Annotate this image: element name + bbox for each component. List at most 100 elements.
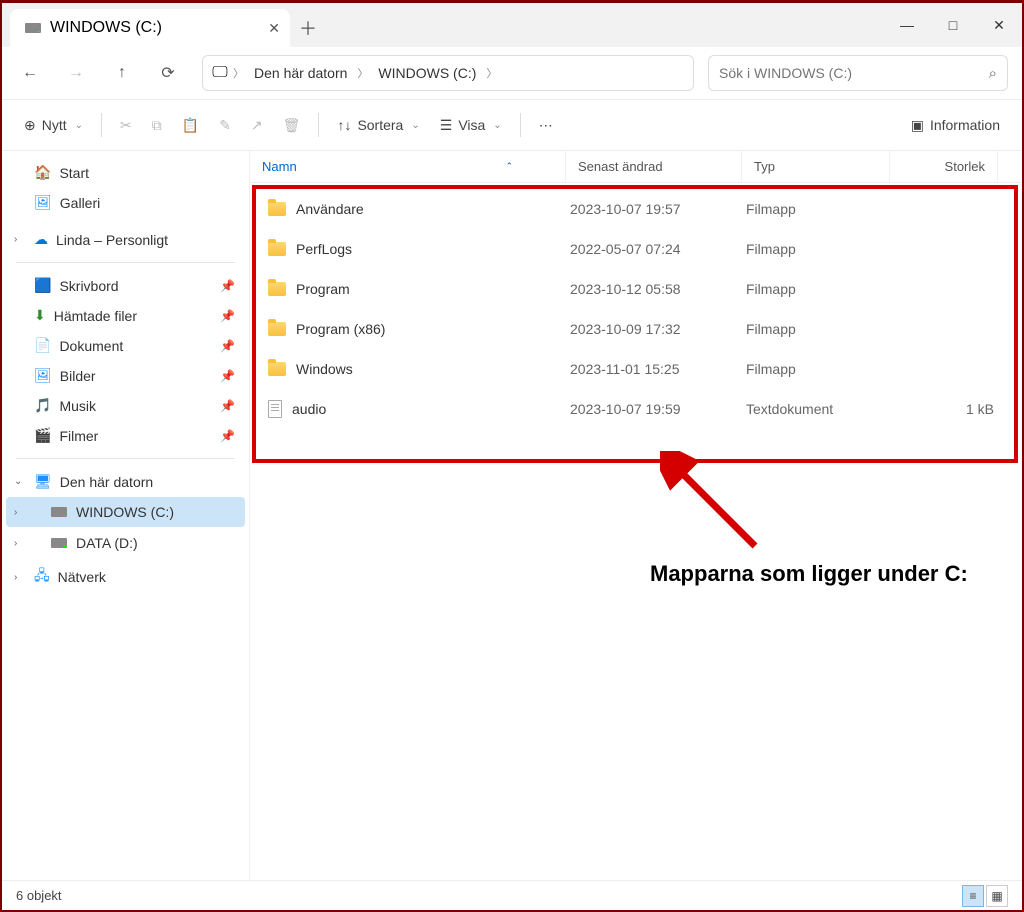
scissors-icon: ✂: [120, 117, 132, 134]
chevron-down-icon: ⌄: [75, 120, 83, 131]
tab-current[interactable]: WINDOWS (C:) ✕: [10, 9, 290, 47]
breadcrumb[interactable]: 🖵 〉 Den här datorn 〉 WINDOWS (C:) 〉: [202, 55, 694, 91]
cut-button[interactable]: ✂: [112, 107, 140, 143]
folder-icon: 📄: [34, 337, 51, 354]
chevron-right-icon[interactable]: ›: [14, 234, 17, 245]
share-icon: ↗: [251, 117, 263, 134]
sidebar-item-drive-c[interactable]: › WINDOWS (C:): [6, 497, 245, 527]
search-box[interactable]: ⌕: [708, 55, 1008, 91]
paste-button[interactable]: 📋: [174, 107, 207, 143]
pin-icon[interactable]: 📌: [220, 279, 235, 293]
sidebar-item-label: Linda – Personligt: [56, 232, 168, 248]
file-date: 2023-10-12 05:58: [570, 281, 746, 297]
view-details-button[interactable]: ≡: [962, 885, 984, 907]
copy-button[interactable]: ⧉: [144, 107, 170, 143]
file-type: Filmapp: [746, 361, 894, 377]
crumb-thispc[interactable]: Den här datorn: [248, 61, 353, 85]
up-button[interactable]: ↑: [102, 55, 142, 91]
file-date: 2023-10-07 19:57: [570, 201, 746, 217]
column-header-date[interactable]: Senast ändrad: [566, 151, 742, 182]
content-pane: Namn ⌃ Senast ändrad Typ Storlek Använda…: [250, 151, 1022, 880]
pin-icon[interactable]: 📌: [220, 429, 235, 443]
sidebar-item-label: Musik: [59, 398, 96, 414]
chevron-right-icon[interactable]: ›: [14, 572, 17, 583]
sidebar-quick-item[interactable]: 🎬Filmer📌: [6, 421, 245, 450]
divider: [16, 458, 235, 459]
file-row[interactable]: PerfLogs2022-05-07 07:24Filmapp: [256, 229, 1014, 269]
sidebar-item-label: Filmer: [59, 428, 98, 444]
sidebar-quick-item[interactable]: 🎵 Musik 📌: [6, 391, 245, 420]
sidebar-quick-item[interactable]: 📄Dokument📌: [6, 331, 245, 360]
chevron-right-icon[interactable]: ›: [14, 538, 17, 549]
clipboard-icon: 📋: [182, 117, 199, 134]
home-icon: 🏠: [34, 164, 51, 181]
drive-icon: [50, 534, 68, 552]
more-button[interactable]: ⋯: [531, 107, 561, 143]
file-name: PerfLogs: [296, 241, 352, 257]
column-header-size[interactable]: Storlek: [890, 151, 998, 182]
file-name: Windows: [296, 361, 353, 377]
sidebar-item-label: Nätverk: [58, 569, 106, 585]
folder-icon: 🖼: [34, 367, 52, 384]
folder-icon: 🟦: [34, 277, 51, 294]
file-row[interactable]: Windows2023-11-01 15:25Filmapp: [256, 349, 1014, 389]
folder-icon: 🎵: [34, 397, 51, 414]
sidebar-item-gallery[interactable]: 🖼 Galleri: [6, 188, 245, 217]
maximize-button[interactable]: □: [930, 3, 976, 47]
sidebar-item-network[interactable]: › 🖧 Nätverk: [6, 559, 245, 595]
column-headers: Namn ⌃ Senast ändrad Typ Storlek: [250, 151, 1022, 183]
file-row[interactable]: Program2023-10-12 05:58Filmapp: [256, 269, 1014, 309]
sort-icon: ↑↓: [337, 117, 351, 133]
view-button[interactable]: ☰ Visa ⌄: [432, 107, 510, 143]
sidebar-quick-item[interactable]: 🖼Bilder📌: [6, 361, 245, 390]
network-icon: 🖧: [34, 565, 50, 589]
pin-icon[interactable]: 📌: [220, 309, 235, 323]
pin-icon[interactable]: 📌: [220, 399, 235, 413]
pin-icon[interactable]: 📌: [220, 369, 235, 383]
separator: [101, 113, 102, 137]
forward-button[interactable]: →: [56, 55, 96, 91]
ellipsis-icon: ⋯: [539, 117, 553, 134]
share-button[interactable]: ↗: [243, 107, 271, 143]
file-name: audio: [292, 401, 326, 417]
file-row[interactable]: Program (x86)2023-10-09 17:32Filmapp: [256, 309, 1014, 349]
back-button[interactable]: ←: [10, 55, 50, 91]
rename-button[interactable]: ✎: [211, 107, 239, 143]
column-header-type[interactable]: Typ: [742, 151, 890, 182]
search-input[interactable]: [719, 65, 989, 81]
close-tab-icon[interactable]: ✕: [268, 20, 280, 37]
crumb-drive[interactable]: WINDOWS (C:): [372, 61, 482, 85]
gallery-icon: 🖼: [34, 194, 52, 211]
sidebar-item-thispc[interactable]: ⌄ 🖥 Den här datorn: [6, 467, 245, 496]
chevron-down-icon[interactable]: ⌄: [14, 476, 22, 487]
search-icon[interactable]: ⌕: [989, 65, 997, 82]
new-button[interactable]: ⊕ Nytt ⌄: [16, 107, 91, 143]
sidebar-item-label: DATA (D:): [76, 535, 138, 551]
titlebar: WINDOWS (C:) ✕ ＋ — □ ✕: [2, 3, 1022, 47]
chevron-right-icon[interactable]: ›: [14, 507, 17, 518]
sidebar-quick-item[interactable]: ⬇Hämtade filer📌: [6, 301, 245, 330]
file-name: Användare: [296, 201, 364, 217]
file-name: Program (x86): [296, 321, 385, 337]
column-header-name[interactable]: Namn ⌃: [250, 151, 566, 182]
sidebar-item-drive-d[interactable]: › DATA (D:): [6, 528, 245, 558]
file-row[interactable]: Användare 2023-10-07 19:57Filmapp: [256, 189, 1014, 229]
sidebar-item-start[interactable]: 🏠 Start: [6, 158, 245, 187]
sort-button[interactable]: ↑↓ Sortera ⌄: [329, 107, 427, 143]
window-controls: — □ ✕: [884, 3, 1022, 47]
sidebar-item-label: Galleri: [60, 195, 100, 211]
refresh-button[interactable]: ⟳: [148, 55, 188, 91]
close-window-button[interactable]: ✕: [976, 3, 1022, 47]
delete-button[interactable]: 🗑: [275, 107, 309, 143]
sidebar-quick-item[interactable]: 🟦Skrivbord📌: [6, 271, 245, 300]
pin-icon[interactable]: 📌: [220, 339, 235, 353]
new-tab-button[interactable]: ＋: [290, 9, 326, 47]
sidebar-item-onedrive[interactable]: › ☁ Linda – Personligt: [6, 225, 245, 254]
statusbar: 6 objekt ≡ ▦: [2, 880, 1022, 910]
file-type: Filmapp: [746, 201, 894, 217]
file-row[interactable]: audio2023-10-07 19:59Textdokument1 kB: [256, 389, 1014, 429]
view-thumbnails-button[interactable]: ▦: [986, 885, 1008, 907]
details-pane-button[interactable]: ▣ Information: [903, 107, 1008, 143]
folder-icon: ⬇: [34, 307, 46, 324]
minimize-button[interactable]: —: [884, 3, 930, 47]
